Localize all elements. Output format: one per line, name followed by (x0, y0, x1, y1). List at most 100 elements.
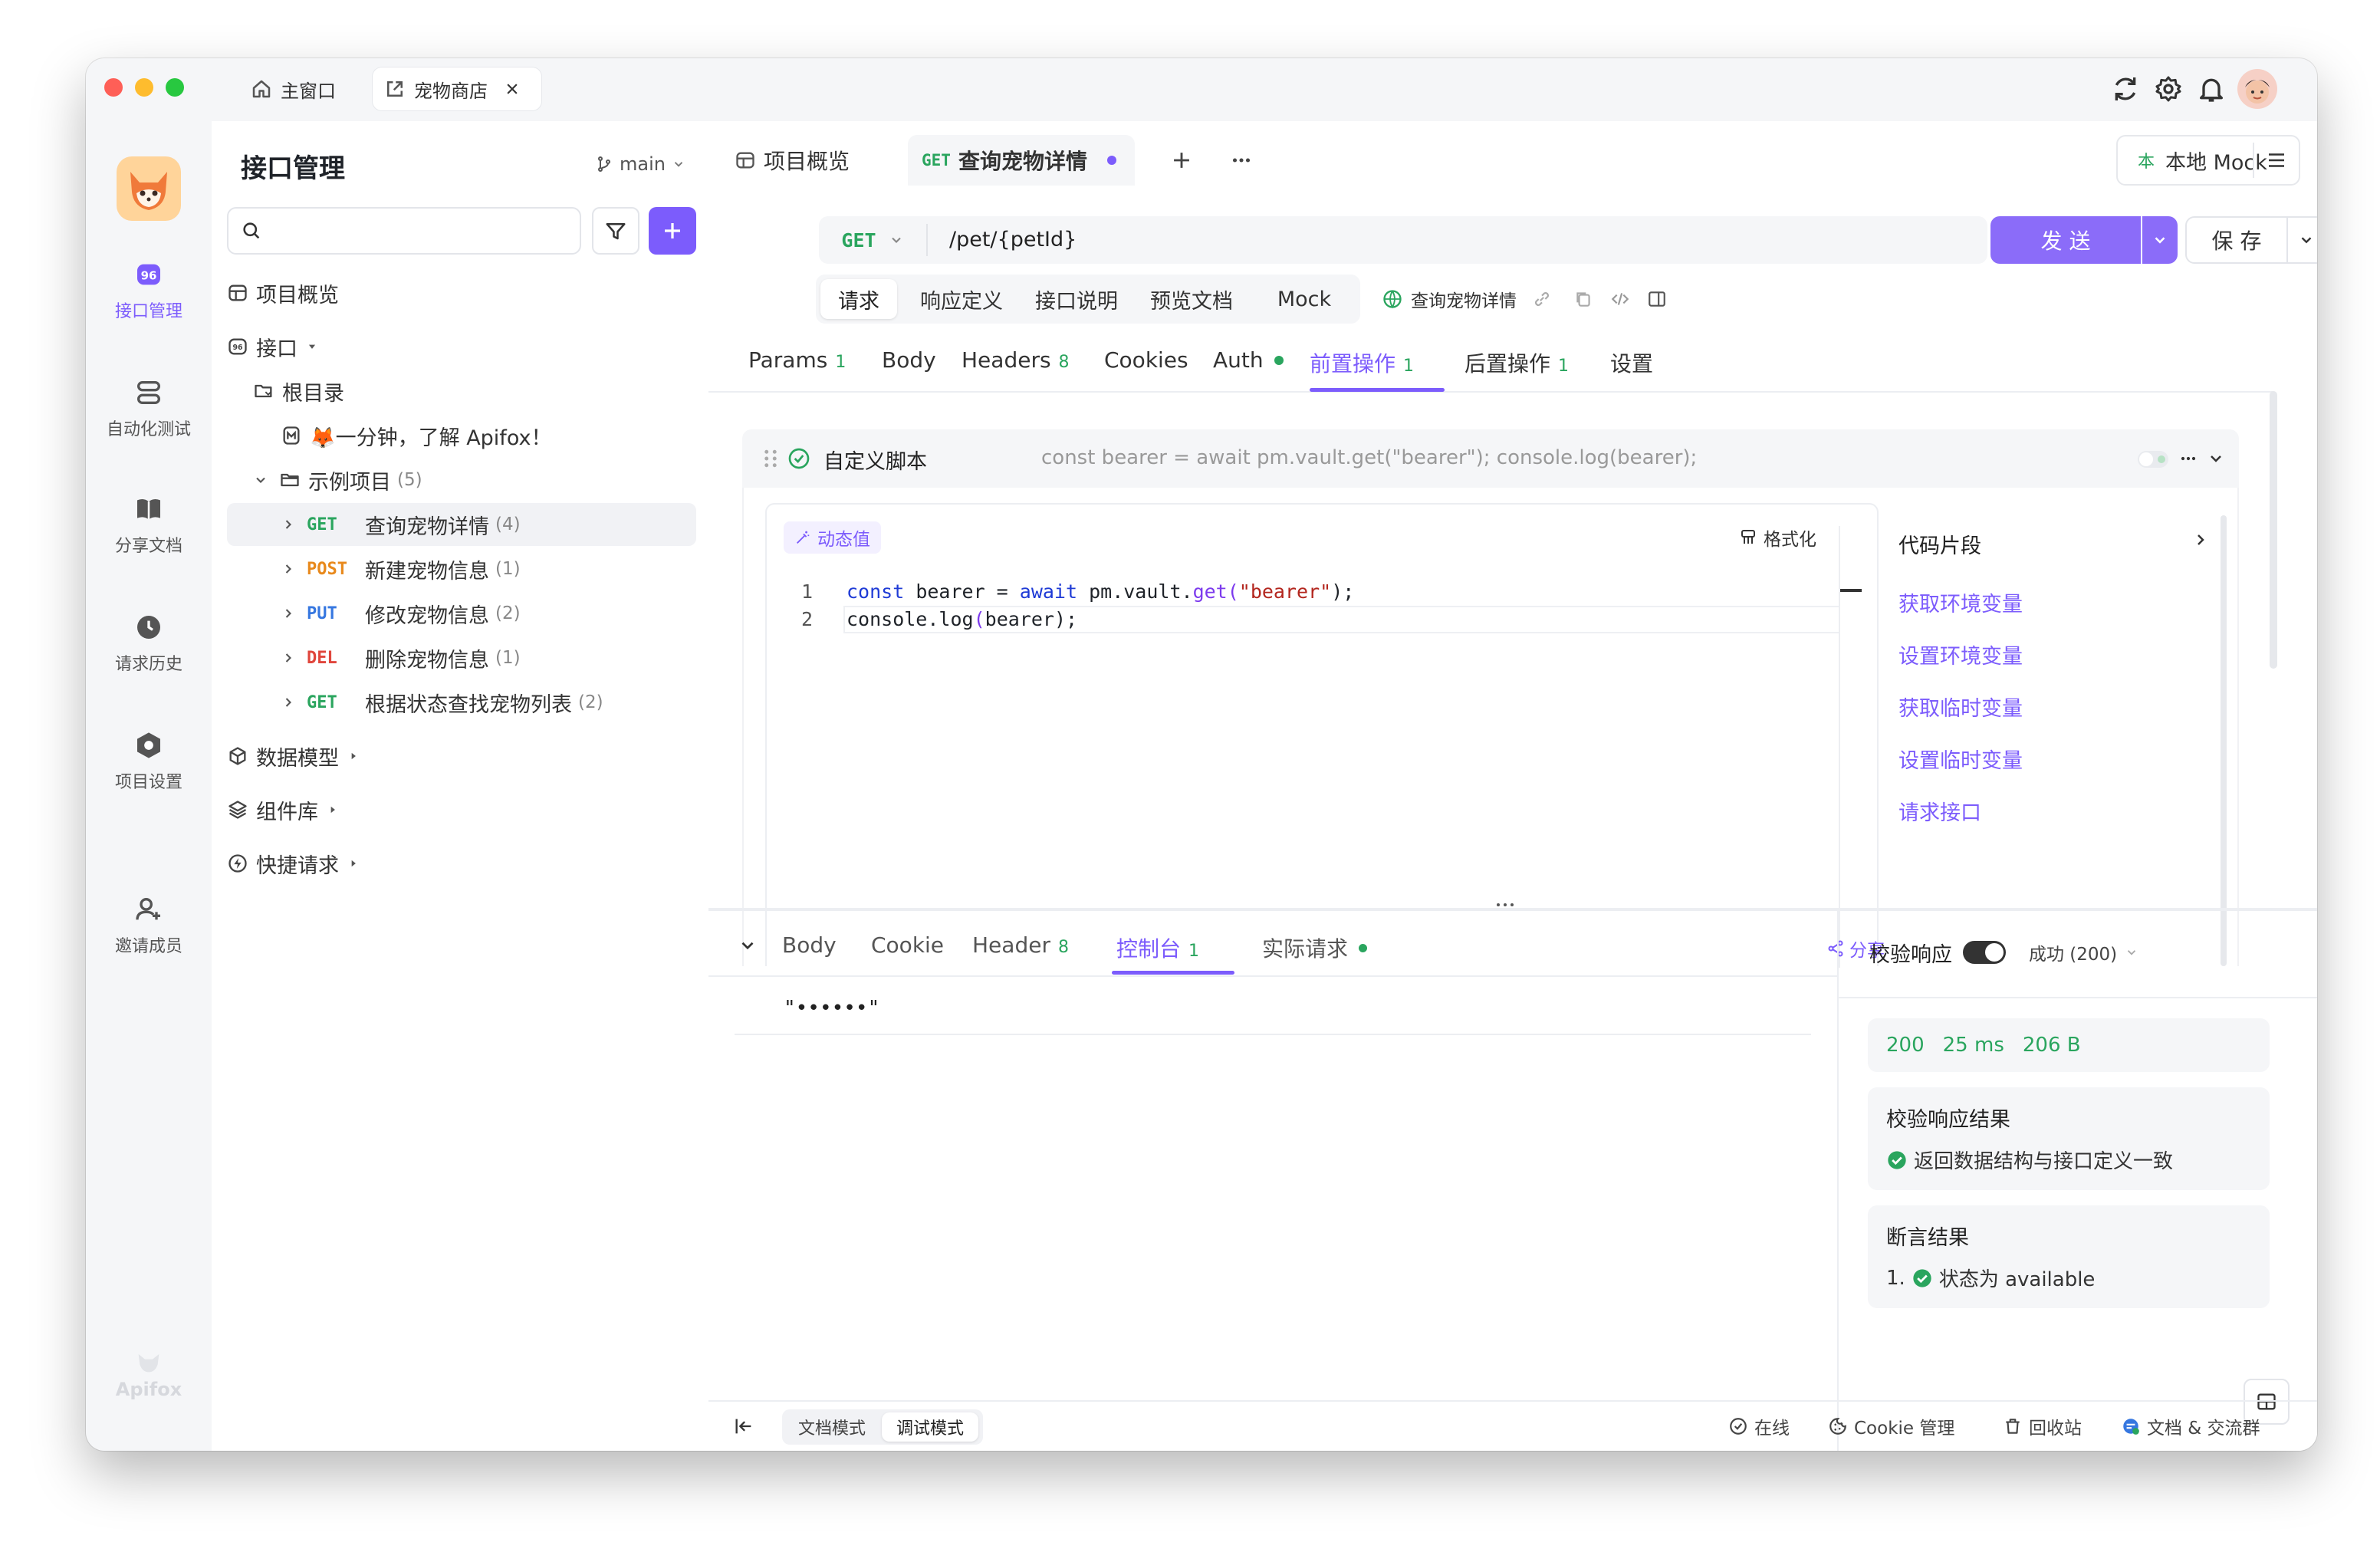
sync-icon[interactable] (2110, 74, 2141, 104)
trash-button[interactable]: 回收站 (2003, 1403, 2082, 1449)
chevron-right-icon[interactable] (2191, 531, 2210, 549)
rail-item-auto-test[interactable]: 自动化测试 (86, 377, 212, 440)
online-status[interactable]: 在线 (1728, 1403, 1790, 1449)
rail-item-invite[interactable]: 邀请成员 (86, 894, 212, 957)
snippet-set-temp[interactable]: 设置临时变量 (1898, 744, 2023, 774)
endpoint-post-pet[interactable]: POST 新建宠物信息 (1) (227, 547, 696, 590)
save-button[interactable]: 保 存 (2185, 216, 2288, 264)
rail-item-share-docs[interactable]: 分享文档 (86, 494, 212, 557)
minimize-window-button[interactable] (135, 78, 153, 97)
tree-item-components[interactable]: 组件库 (227, 788, 696, 831)
url-input[interactable]: /pet/{petId} (949, 216, 1077, 264)
tree-item-folder[interactable]: 示例项目 (5) (227, 459, 696, 501)
window-tab-home[interactable]: 主窗口 (239, 67, 362, 110)
method-badge: GET (307, 692, 337, 712)
endpoint-delete-pet[interactable]: DEL 删除宠物信息 (1) (227, 636, 696, 679)
validate-toggle[interactable] (1963, 941, 2006, 964)
param-tab-post-ops[interactable]: 后置操作 1 (1464, 347, 1569, 378)
response-tab-actual-request[interactable]: 实际请求 (1262, 932, 1368, 963)
response-tab-header[interactable]: Header 8 (972, 932, 1069, 958)
close-window-button[interactable] (104, 78, 123, 97)
param-tab-params[interactable]: Params 1 (748, 347, 846, 373)
doc-mode-button[interactable]: 文档模式 (785, 1412, 879, 1442)
tree-item-quick-requests[interactable]: 快捷请求 (227, 842, 696, 885)
param-tab-pre-ops[interactable]: 前置操作 1 (1310, 347, 1414, 378)
snippet-get-env[interactable]: 获取环境变量 (1898, 587, 2023, 617)
rail-item-history[interactable]: 请求历史 (86, 612, 212, 675)
editor-scrollbar-thumb[interactable] (1840, 589, 1862, 592)
mode-tab-mock[interactable]: Mock (1256, 279, 1353, 319)
tree-item-intro-doc[interactable]: 🦊一分钟，了解 Apifox！ (227, 414, 696, 457)
collapse-sidebar-icon[interactable] (733, 1416, 754, 1437)
tree-item-api[interactable]: 96 接口 (227, 325, 696, 368)
param-tab-cookies[interactable]: Cookies (1104, 347, 1188, 373)
method-select[interactable]: GET (819, 216, 926, 264)
param-tab-headers[interactable]: Headers 8 (962, 347, 1070, 373)
resize-handle-icon[interactable] (1494, 900, 1517, 909)
gear-icon[interactable] (2153, 74, 2184, 104)
chevron-down-icon[interactable] (2207, 449, 2225, 468)
format-button[interactable]: 格式化 (1739, 521, 1816, 554)
more-icon[interactable] (2178, 448, 2199, 469)
rail-item-project-settings[interactable]: 项目设置 (86, 730, 212, 793)
dynamic-value-button[interactable]: 动态值 (784, 521, 881, 554)
tree-item-data-models[interactable]: 数据模型 (227, 735, 696, 778)
tab-get-pet-detail[interactable]: GET 查询宠物详情 (908, 135, 1135, 186)
response-tab-cookie[interactable]: Cookie (871, 932, 944, 958)
code-icon[interactable] (1610, 289, 1630, 309)
drag-handle-icon[interactable] (761, 448, 781, 469)
code-editor[interactable]: 动态值 格式化 1 const bearer = await pm.vault.g… (765, 503, 1879, 968)
mode-tab-request[interactable]: 请求 (820, 279, 897, 319)
collapse-response-icon[interactable] (738, 935, 758, 955)
divider (708, 1400, 2317, 1402)
filter-button[interactable] (592, 207, 639, 255)
code-keyword: const (846, 580, 905, 603)
search-input[interactable] (270, 219, 564, 242)
window-tab-petstore[interactable]: 宠物商店 (373, 67, 541, 110)
param-tab-body[interactable]: Body (882, 347, 936, 373)
link-icon[interactable] (1532, 289, 1552, 309)
endpoint-find-by-status[interactable]: GET 根据状态查找宠物列表 (2) (227, 681, 696, 724)
snippets-scrollbar[interactable] (2221, 515, 2227, 966)
cookie-manager-button[interactable]: Cookie 管理 (1828, 1403, 1954, 1449)
new-tab-icon[interactable] (1169, 147, 1195, 173)
tree-item-root[interactable]: 根目录 (227, 370, 696, 413)
mode-tab-description[interactable]: 接口说明 (1023, 279, 1130, 319)
chevron-right-icon (285, 564, 291, 574)
send-button[interactable]: 发 送 (1990, 216, 2141, 264)
tree-item-overview[interactable]: 项目概览 (227, 271, 696, 314)
tree-item-label: 🦊一分钟，了解 Apifox！ (310, 426, 552, 450)
endpoint-get-pet[interactable]: GET 查询宠物详情 (4) (227, 503, 696, 546)
response-tab-console[interactable]: 控制台 1 (1116, 932, 1199, 963)
script-enable-toggle[interactable] (2138, 451, 2168, 468)
branch-selector[interactable]: main (595, 150, 685, 178)
mode-tab-preview[interactable]: 预览文档 (1138, 279, 1245, 319)
tab-project-overview[interactable]: 项目概览 (735, 135, 850, 186)
send-options-button[interactable] (2142, 216, 2178, 264)
add-button[interactable] (649, 207, 696, 255)
param-tab-settings[interactable]: 设置 (1610, 347, 1653, 378)
more-tabs-icon[interactable] (1228, 147, 1254, 173)
avatar[interactable] (2237, 69, 2277, 109)
zoom-window-button[interactable] (166, 78, 184, 97)
param-tab-auth[interactable]: Auth (1213, 347, 1284, 373)
bell-icon[interactable] (2196, 74, 2227, 104)
rail-item-api-management[interactable]: 96 接口管理 (86, 259, 212, 322)
main-scrollbar[interactable] (2270, 391, 2277, 669)
snippet-set-env[interactable]: 设置环境变量 (1898, 640, 2023, 669)
env-selector[interactable]: 本 本地 Mock (2118, 136, 2267, 184)
split-view-icon[interactable] (1647, 289, 1667, 309)
copy-icon[interactable] (1573, 289, 1593, 309)
snippet-request[interactable]: 请求接口 (1898, 796, 1981, 826)
search-box[interactable] (227, 207, 581, 255)
community-button[interactable]: 文档 & 交流群 (2121, 1403, 2260, 1449)
menu-icon[interactable] (2265, 149, 2288, 172)
snippet-get-temp[interactable]: 获取临时变量 (1898, 692, 2023, 722)
endpoint-put-pet[interactable]: PUT 修改宠物信息 (2) (227, 592, 696, 635)
response-tab-body[interactable]: Body (782, 932, 837, 958)
save-options-button[interactable] (2288, 216, 2317, 264)
validate-status-select[interactable]: 成功 (200) (2029, 939, 2117, 965)
debug-mode-button[interactable]: 调试模式 (882, 1412, 978, 1442)
mode-tab-response[interactable]: 响应定义 (908, 279, 1015, 319)
close-tab-icon[interactable] (505, 81, 520, 97)
